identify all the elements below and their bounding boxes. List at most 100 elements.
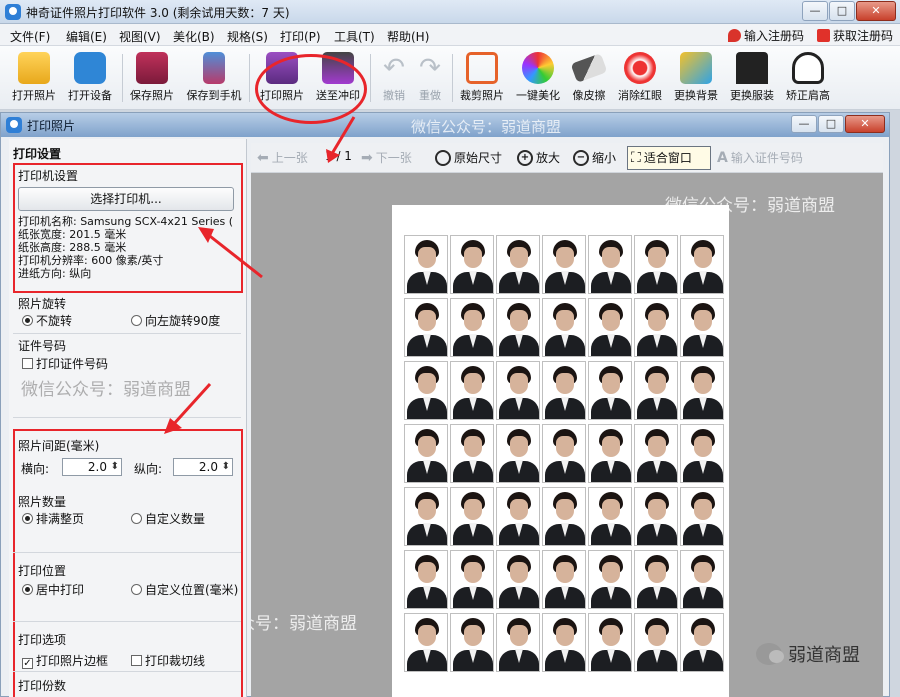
suit-icon [736,52,768,84]
horizontal-spacing-input[interactable]: 2.0 [62,458,122,476]
fit-window-button[interactable]: ⛶ 适合窗口 [631,149,692,166]
id-photo [450,613,494,672]
change-background-button[interactable]: 更换背景 [668,50,724,108]
magnifier-icon [435,149,451,166]
app-title: 神奇证件照片打印软件 3.0 (剩余试用天数：7 天) [26,6,290,20]
redo-button[interactable]: ↷ 重做 [402,50,458,108]
vertical-spacing-label: 纵向: [134,462,163,476]
position-section: 打印位置 [18,562,246,579]
radio-selected-icon [22,315,33,326]
zoom-in-icon: + [517,149,533,166]
position-section-title: 打印位置 [18,564,67,578]
print-cut-lines-checkbox[interactable]: 打印裁切线 [131,652,205,669]
quantity-section: 照片数量 [18,493,246,510]
id-photo [496,361,540,420]
preview-watermark-top: 微信公众号：弱道商盟 [665,196,835,216]
print-photo-dialog: 打印照片 微信公众号：弱道商盟 — □ ✕ 打印设置 打印机设置 选择打印机..… [0,112,890,697]
close-button[interactable]: ✕ [856,1,896,21]
correct-shoulder-button[interactable]: 矫正肩高 [780,50,836,108]
radio-selected-icon [22,513,33,524]
custom-position-radio[interactable]: 自定义位置(毫米) [131,581,238,598]
text-a-icon: A [717,149,728,166]
save-photo-button[interactable]: 保存照片 [124,50,180,108]
custom-position-label: 自定义位置(毫米) [145,583,239,597]
dialog-watermark: 微信公众号：弱道商盟 [411,118,562,136]
copies-section: 打印份数 [18,677,246,694]
radio-icon [131,513,142,524]
menu-spec[interactable]: 规格(S) [227,28,268,45]
rotation-none-radio[interactable]: 不旋转 [22,312,72,329]
eraser-icon [570,53,608,83]
toolbar-separator [122,54,123,102]
fit-window-icon: ⛶ [631,149,641,166]
rotation-left-90-radio[interactable]: 向左旋转90度 [131,312,220,329]
id-photo [542,361,586,420]
eraser-button[interactable]: 像皮擦 [561,50,617,108]
menu-tools[interactable]: 工具(T) [334,28,375,45]
menu-beautify[interactable]: 美化(B) [173,28,215,45]
get-register-code-link[interactable]: 获取注册码 [817,27,893,44]
zoom-in-button[interactable]: + 放大 [517,149,560,166]
maximize-button[interactable]: □ [829,1,855,21]
remove-red-eye-button[interactable]: 消除红眼 [612,50,668,108]
photo-grid [404,235,724,672]
id-photo [588,487,632,546]
id-photo [634,424,678,483]
radio-icon [131,584,142,595]
crop-photo-button[interactable]: 裁剪照片 [454,50,510,108]
get-register-code-label: 获取注册码 [833,29,894,43]
print-settings-heading: 打印设置 [13,147,62,161]
save-to-phone-button[interactable]: 保存到手机 [186,50,242,108]
menu-file[interactable]: 文件(F) [10,28,50,45]
corner-watermark: 弱道商盟 [756,641,860,667]
print-border-label: 打印照片边框 [36,654,109,668]
menu-view[interactable]: 视图(V) [119,28,161,45]
fill-page-radio[interactable]: 排满整页 [22,510,84,527]
print-id-number-checkbox[interactable]: 打印证件号码 [22,355,108,372]
change-clothes-button[interactable]: 更换服装 [724,50,780,108]
one-click-beautify-button[interactable]: 一键美化 [510,50,566,108]
id-photo [634,613,678,672]
id-photo [588,613,632,672]
id-photo [404,298,448,357]
id-photo [496,424,540,483]
divider [13,333,241,334]
original-size-button[interactable]: 原始尺寸 [435,149,502,166]
copies-section-title: 打印份数 [18,679,67,693]
dialog-minimize-button[interactable]: — [791,115,817,133]
dialog-close-button[interactable]: ✕ [845,115,885,133]
minimize-button[interactable]: — [802,1,828,21]
print-border-checkbox[interactable]: ✓ 打印照片边框 [22,652,108,669]
original-size-label: 原始尺寸 [454,151,503,165]
checkbox-checked-icon: ✓ [22,658,33,669]
dialog-maximize-button[interactable]: □ [818,115,844,133]
id-photo [634,550,678,609]
center-print-radio[interactable]: 居中打印 [22,581,84,598]
shoulder-icon [792,52,824,84]
open-photo-button[interactable]: 打开照片 [6,50,62,108]
open-device-button[interactable]: 打开设备 [62,50,118,108]
zoom-out-icon: − [573,149,589,166]
id-photo [588,235,632,294]
app-title-bar: 神奇证件照片打印软件 3.0 (剩余试用天数：7 天) — □ ✕ [0,0,900,24]
beautify-icon [522,52,554,84]
vertical-spacing-input[interactable]: 2.0 [173,458,233,476]
menu-edit[interactable]: 编辑(E) [66,28,107,45]
enter-id-number-button[interactable]: A 输入证件号码 [717,149,803,166]
print-id-number-label: 打印证件号码 [36,357,109,371]
custom-quantity-radio[interactable]: 自定义数量 [131,510,205,527]
next-page-label: 下一张 [375,151,412,165]
background-icon [680,52,712,84]
crop-icon [466,52,498,84]
rotation-section-title: 照片旋转 [18,297,67,311]
divider [13,621,241,622]
menu-print[interactable]: 打印(P) [280,28,321,45]
menu-help[interactable]: 帮助(H) [387,28,429,45]
key-icon [728,29,741,42]
zoom-out-button[interactable]: − 缩小 [573,149,616,166]
wechat-icon [756,643,784,665]
register-code-link[interactable]: 输入注册码 [728,27,804,44]
id-photo [680,424,724,483]
window-controls: — □ ✕ [802,1,896,21]
dialog-window-controls: — □ ✕ [791,115,885,133]
